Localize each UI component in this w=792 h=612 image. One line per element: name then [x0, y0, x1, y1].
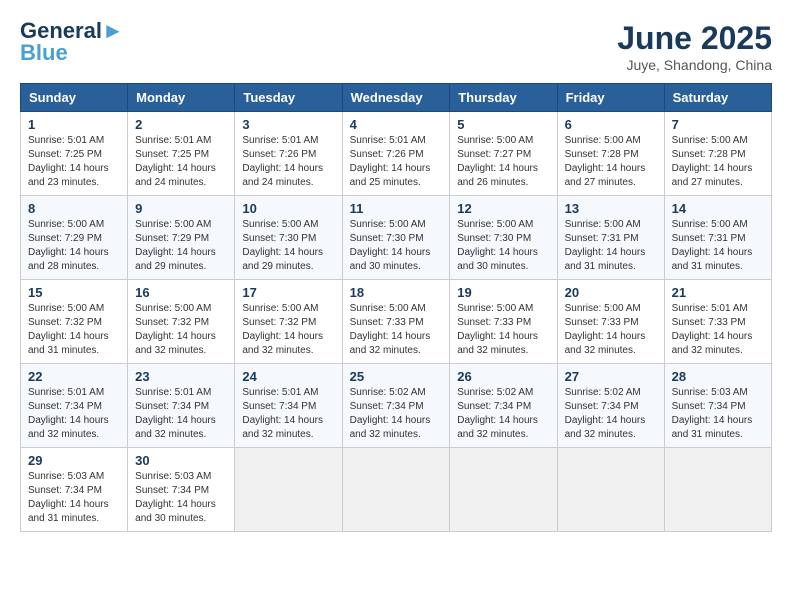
- table-cell: 18Sunrise: 5:00 AMSunset: 7:33 PMDayligh…: [342, 280, 450, 364]
- table-cell: 19Sunrise: 5:00 AMSunset: 7:33 PMDayligh…: [450, 280, 557, 364]
- table-cell: 21Sunrise: 5:01 AMSunset: 7:33 PMDayligh…: [664, 280, 771, 364]
- table-cell: 3Sunrise: 5:01 AMSunset: 7:26 PMDaylight…: [235, 112, 342, 196]
- table-cell: 20Sunrise: 5:00 AMSunset: 7:33 PMDayligh…: [557, 280, 664, 364]
- table-cell: 28Sunrise: 5:03 AMSunset: 7:34 PMDayligh…: [664, 364, 771, 448]
- table-cell: [450, 448, 557, 532]
- table-cell: 25Sunrise: 5:02 AMSunset: 7:34 PMDayligh…: [342, 364, 450, 448]
- table-cell: 17Sunrise: 5:00 AMSunset: 7:32 PMDayligh…: [235, 280, 342, 364]
- table-cell: 10Sunrise: 5:00 AMSunset: 7:30 PMDayligh…: [235, 196, 342, 280]
- week-row-4: 22Sunrise: 5:01 AMSunset: 7:34 PMDayligh…: [21, 364, 772, 448]
- table-cell: 14Sunrise: 5:00 AMSunset: 7:31 PMDayligh…: [664, 196, 771, 280]
- week-row-3: 15Sunrise: 5:00 AMSunset: 7:32 PMDayligh…: [21, 280, 772, 364]
- table-cell: [342, 448, 450, 532]
- table-cell: 26Sunrise: 5:02 AMSunset: 7:34 PMDayligh…: [450, 364, 557, 448]
- page-title: June 2025: [617, 20, 772, 57]
- table-cell: 9Sunrise: 5:00 AMSunset: 7:29 PMDaylight…: [128, 196, 235, 280]
- table-cell: 2Sunrise: 5:01 AMSunset: 7:25 PMDaylight…: [128, 112, 235, 196]
- table-cell: 15Sunrise: 5:00 AMSunset: 7:32 PMDayligh…: [21, 280, 128, 364]
- col-friday: Friday: [557, 84, 664, 112]
- table-cell: [664, 448, 771, 532]
- col-wednesday: Wednesday: [342, 84, 450, 112]
- table-cell: 16Sunrise: 5:00 AMSunset: 7:32 PMDayligh…: [128, 280, 235, 364]
- col-tuesday: Tuesday: [235, 84, 342, 112]
- table-cell: 29Sunrise: 5:03 AMSunset: 7:34 PMDayligh…: [21, 448, 128, 532]
- table-cell: 27Sunrise: 5:02 AMSunset: 7:34 PMDayligh…: [557, 364, 664, 448]
- week-row-5: 29Sunrise: 5:03 AMSunset: 7:34 PMDayligh…: [21, 448, 772, 532]
- week-row-2: 8Sunrise: 5:00 AMSunset: 7:29 PMDaylight…: [21, 196, 772, 280]
- table-cell: [235, 448, 342, 532]
- table-cell: 7Sunrise: 5:00 AMSunset: 7:28 PMDaylight…: [664, 112, 771, 196]
- col-saturday: Saturday: [664, 84, 771, 112]
- page-subtitle: Juye, Shandong, China: [617, 57, 772, 73]
- table-cell: 4Sunrise: 5:01 AMSunset: 7:26 PMDaylight…: [342, 112, 450, 196]
- table-cell: 24Sunrise: 5:01 AMSunset: 7:34 PMDayligh…: [235, 364, 342, 448]
- col-sunday: Sunday: [21, 84, 128, 112]
- logo-subtext: Blue: [20, 42, 124, 64]
- col-monday: Monday: [128, 84, 235, 112]
- logo: General► Blue: [20, 20, 124, 64]
- page-header: General► Blue June 2025 Juye, Shandong, …: [20, 20, 772, 73]
- col-thursday: Thursday: [450, 84, 557, 112]
- title-block: June 2025 Juye, Shandong, China: [617, 20, 772, 73]
- table-cell: 30Sunrise: 5:03 AMSunset: 7:34 PMDayligh…: [128, 448, 235, 532]
- table-cell: 23Sunrise: 5:01 AMSunset: 7:34 PMDayligh…: [128, 364, 235, 448]
- table-cell: 11Sunrise: 5:00 AMSunset: 7:30 PMDayligh…: [342, 196, 450, 280]
- table-cell: 13Sunrise: 5:00 AMSunset: 7:31 PMDayligh…: [557, 196, 664, 280]
- table-cell: 6Sunrise: 5:00 AMSunset: 7:28 PMDaylight…: [557, 112, 664, 196]
- calendar-table: Sunday Monday Tuesday Wednesday Thursday…: [20, 83, 772, 532]
- table-cell: 5Sunrise: 5:00 AMSunset: 7:27 PMDaylight…: [450, 112, 557, 196]
- calendar-header-row: Sunday Monday Tuesday Wednesday Thursday…: [21, 84, 772, 112]
- logo-text: General►: [20, 20, 124, 42]
- week-row-1: 1Sunrise: 5:01 AMSunset: 7:25 PMDaylight…: [21, 112, 772, 196]
- table-cell: 1Sunrise: 5:01 AMSunset: 7:25 PMDaylight…: [21, 112, 128, 196]
- table-cell: 22Sunrise: 5:01 AMSunset: 7:34 PMDayligh…: [21, 364, 128, 448]
- table-cell: 12Sunrise: 5:00 AMSunset: 7:30 PMDayligh…: [450, 196, 557, 280]
- table-cell: 8Sunrise: 5:00 AMSunset: 7:29 PMDaylight…: [21, 196, 128, 280]
- table-cell: [557, 448, 664, 532]
